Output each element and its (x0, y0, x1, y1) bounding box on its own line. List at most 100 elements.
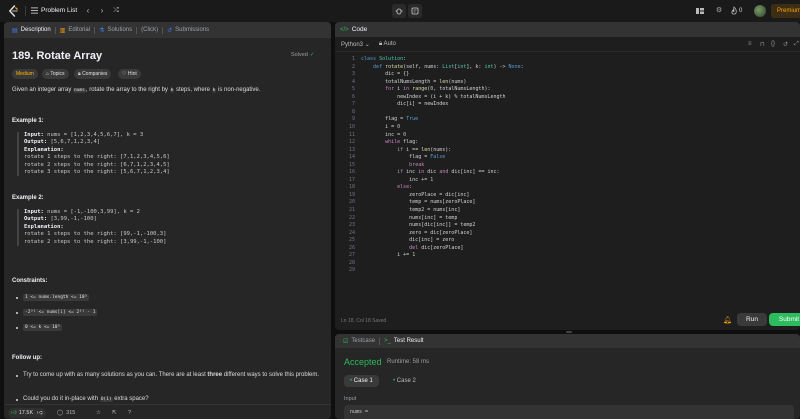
chevron-down-icon: ⌄ (364, 42, 370, 48)
code-line[interactable]: class Solution: (361, 56, 406, 62)
resize-handle[interactable] (566, 331, 572, 333)
editor-toolbar: Python3 ⌄ 🔒︎ Auto ≡ ⊓ {} ↺ ⤢ (335, 37, 800, 52)
help-icon[interactable]: ? (128, 408, 131, 418)
problem-description: Given an integer array nums, rotate the … (12, 86, 322, 95)
debug-button[interactable] (392, 4, 406, 18)
code-line[interactable]: zero = dic[zeroPlace] (361, 230, 472, 236)
code-line[interactable]: nums[dic[inc]] = temp2 (361, 222, 475, 228)
code-line[interactable]: dic[inc] = zero (361, 237, 454, 243)
case-label: Case 2 (396, 378, 416, 384)
code-line[interactable]: inc += 1 (361, 177, 433, 183)
companies-chip[interactable]: 🔒︎ Companies (74, 69, 112, 79)
code-line[interactable]: break (361, 162, 424, 168)
description-panel: ▤ Description ▥ Editorial ⚗ Solutions (C… (4, 22, 331, 419)
star-icon[interactable]: ☆ (96, 408, 101, 418)
code-line[interactable]: temp2 = nums[inc] (361, 207, 460, 213)
tab-solutions[interactable]: ⚗ Solutions (95, 22, 136, 38)
difficulty-badge[interactable]: Medium (12, 69, 38, 79)
bell-icon[interactable]: 🔔︎ (723, 316, 732, 324)
code-line[interactable]: if inc in dic and dic[inc] == inc: (361, 169, 499, 175)
example-output: Output: [3,99,-1,-100] (24, 216, 317, 223)
language-label: Python3 (341, 42, 364, 48)
code-line[interactable]: del dic[zeroPlace] (361, 245, 463, 251)
comments-button[interactable]: ◯ 315 (57, 408, 75, 418)
braces-icon[interactable]: {} (771, 41, 775, 47)
bullet (16, 375, 18, 377)
code-line[interactable]: while flag: (361, 139, 418, 145)
reset-icon[interactable]: ↺ (783, 41, 788, 48)
runtime-label: Runtime: 58 ms (387, 359, 430, 365)
code-line[interactable]: temp = nums[zeroPlace] (361, 199, 475, 205)
avatar[interactable] (754, 5, 766, 17)
line-number: 23 (348, 222, 355, 229)
thumbs-down-icon[interactable]: 👎︎ (37, 410, 43, 416)
output-value: [5,6,7,1,2,3,4] (47, 139, 101, 146)
code-line[interactable]: dic[i] = newIndex (361, 101, 448, 107)
topics-chip[interactable]: ⌂ Topics (42, 69, 69, 79)
example-1-block: Input: nums = [1,2,3,4,5,6,7], k = 3 Out… (17, 132, 317, 177)
line-number: 6 (351, 93, 355, 100)
code-line[interactable]: i += 1 (361, 252, 415, 258)
like-button[interactable]: 👍︎ 17.5K 👎︎ (8, 408, 46, 418)
chevron-right-icon[interactable]: › (97, 6, 107, 16)
line-number: 19 (348, 191, 355, 198)
explanation-label: Explanation: (24, 223, 64, 230)
output-value: [3,99,-1,-100] (47, 216, 97, 223)
notes-button[interactable] (408, 4, 422, 18)
document-icon: ▤ (12, 27, 18, 34)
tab-label: Testcase (351, 338, 376, 344)
code-line[interactable]: newIndex = (i + k) % totalNumsLength (361, 94, 505, 100)
hint-chip[interactable]: ♡ Hint (118, 69, 141, 79)
chevron-left-icon[interactable]: ‹ (83, 6, 93, 16)
shuffle-icon[interactable]: ⤮ (111, 6, 121, 16)
expand-icon[interactable]: ⤢ (794, 41, 799, 48)
code-line[interactable]: if i == len(nums): (361, 147, 451, 153)
problem-list-link[interactable]: Problem List (41, 7, 77, 14)
case-1-tab[interactable]: • Case 1 (344, 375, 379, 387)
leetcode-logo-icon[interactable] (8, 5, 19, 17)
code-line[interactable]: flag = True (361, 116, 418, 122)
line-number: 26 (348, 244, 355, 251)
gear-icon[interactable]: ⚙ (714, 6, 724, 16)
code-line[interactable]: zeroPlace = dic[inc] (361, 192, 469, 198)
example-2-heading: Example 2: (12, 195, 44, 201)
code-line[interactable]: def rotate(self, nums: List[int], k: int… (361, 64, 524, 70)
fire-icon[interactable] (729, 6, 739, 16)
code-line[interactable]: nums[inc] = temp (361, 215, 457, 221)
submit-button[interactable]: Submit (769, 313, 800, 326)
line-number: 13 (348, 146, 355, 153)
left-tab-bar: ▤ Description ▥ Editorial ⚗ Solutions (C… (4, 22, 331, 38)
tab-label: (Click) (141, 27, 159, 33)
inline-code: O(1) (99, 397, 113, 402)
code-line[interactable]: flag = False (361, 154, 445, 160)
line-number: 4 (351, 78, 355, 85)
format-icon[interactable]: ≡ (748, 41, 752, 47)
bookmark-icon[interactable]: ⊓ (760, 41, 765, 48)
code-line[interactable]: dic = {} (361, 71, 409, 77)
line-number: 18 (348, 184, 355, 191)
code-line[interactable]: for i in range(0, totalNumsLength): (361, 86, 490, 92)
language-select[interactable]: Python3 ⌄ (341, 41, 370, 48)
tab-description[interactable]: ▤ Description (8, 22, 55, 38)
layout-icon[interactable] (695, 6, 705, 16)
auto-toggle[interactable]: 🔒︎ Auto (379, 41, 396, 48)
case-2-tab[interactable]: • Case 2 (387, 375, 422, 387)
bullet (16, 326, 18, 329)
code-line[interactable]: totalNumsLength = len(nums) (361, 79, 466, 85)
code-line[interactable]: else: (361, 184, 412, 190)
explanation-line: rotate 1 steps to the right: [99,-1,-100… (24, 231, 167, 238)
premium-button[interactable]: Premium (771, 4, 800, 18)
run-button[interactable]: Run (737, 313, 767, 326)
list-icon[interactable] (31, 7, 38, 14)
tab-test-result[interactable]: >_ Test Result (380, 338, 428, 344)
share-icon[interactable]: ⇱ (112, 408, 117, 418)
code-line[interactable]: inc = 0 (361, 132, 406, 138)
line-number: 7 (351, 101, 355, 108)
tab-editorial[interactable]: ▥ Editorial (56, 22, 94, 38)
tab-click[interactable]: (Click) (137, 22, 162, 38)
bullet (16, 311, 18, 314)
code-line[interactable]: i = 0 (361, 124, 400, 130)
tab-testcase[interactable]: ☑ Testcase (339, 338, 379, 345)
tab-submissions[interactable]: ↺ Submissions (163, 22, 213, 38)
code-editor[interactable]: 1 class Solution: 2 def rotate(self, nums:… (335, 54, 800, 309)
